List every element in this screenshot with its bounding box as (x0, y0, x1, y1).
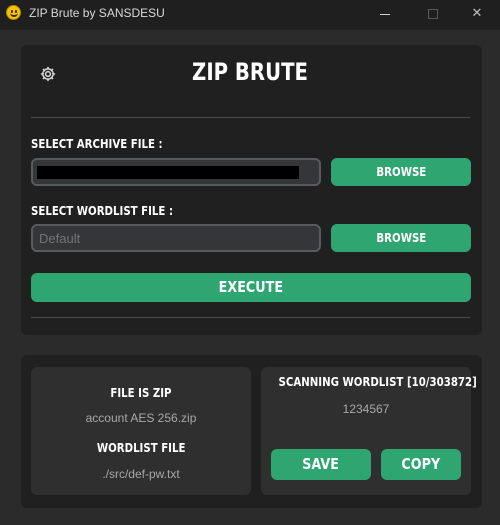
title-bar: ZIP Brute by SANSDESU ✕ (0, 0, 500, 30)
maximize-icon (428, 9, 438, 19)
copy-label: COPY (401, 455, 441, 473)
redacted-archive-path (37, 166, 299, 179)
window-title: ZIP Brute by SANSDESU (29, 6, 165, 20)
scan-status-text: SCANNING WORDLIST [10/303872] (278, 375, 477, 389)
smiley-app-icon (6, 5, 21, 20)
archive-file-field[interactable] (31, 158, 321, 186)
scan-status-heading: SCANNING WORDLIST [10/303872] (261, 375, 476, 389)
browse-archive-button[interactable]: BROWSE (331, 158, 471, 186)
file-type-text: FILE IS ZIP (110, 386, 172, 400)
minimize-button[interactable] (362, 0, 408, 30)
divider (31, 317, 470, 318)
execute-label: EXECUTE (218, 278, 284, 296)
browse-archive-label: BROWSE (376, 165, 426, 179)
close-button[interactable]: ✕ (454, 0, 500, 30)
current-password: 1234567 (342, 402, 390, 416)
save-button[interactable]: SAVE (271, 449, 371, 480)
maximize-button[interactable] (410, 0, 456, 30)
archive-file-label: SELECT ARCHIVE FILE : (31, 137, 163, 151)
browse-wordlist-button[interactable]: BROWSE (331, 224, 471, 252)
wordlist-path: ./src/def-pw.txt (102, 467, 180, 481)
wordlist-heading: WORDLIST FILE (31, 441, 251, 455)
smiley-mouth (10, 13, 18, 17)
copy-button[interactable]: COPY (381, 449, 461, 480)
browse-wordlist-label: BROWSE (376, 231, 426, 245)
execute-button[interactable]: EXECUTE (31, 273, 471, 302)
divider (31, 117, 470, 118)
wordlist-heading-text: WORDLIST FILE (96, 441, 186, 455)
minimize-icon (380, 14, 390, 15)
wordlist-file-field[interactable] (31, 224, 321, 252)
file-type-heading: FILE IS ZIP (31, 386, 251, 400)
save-label: SAVE (302, 455, 340, 473)
page-title: ZIP BRUTE (192, 58, 308, 86)
wordlist-file-label: SELECT WORDLIST FILE : (31, 204, 174, 218)
archive-file-name: account AES 256.zip (85, 411, 197, 425)
